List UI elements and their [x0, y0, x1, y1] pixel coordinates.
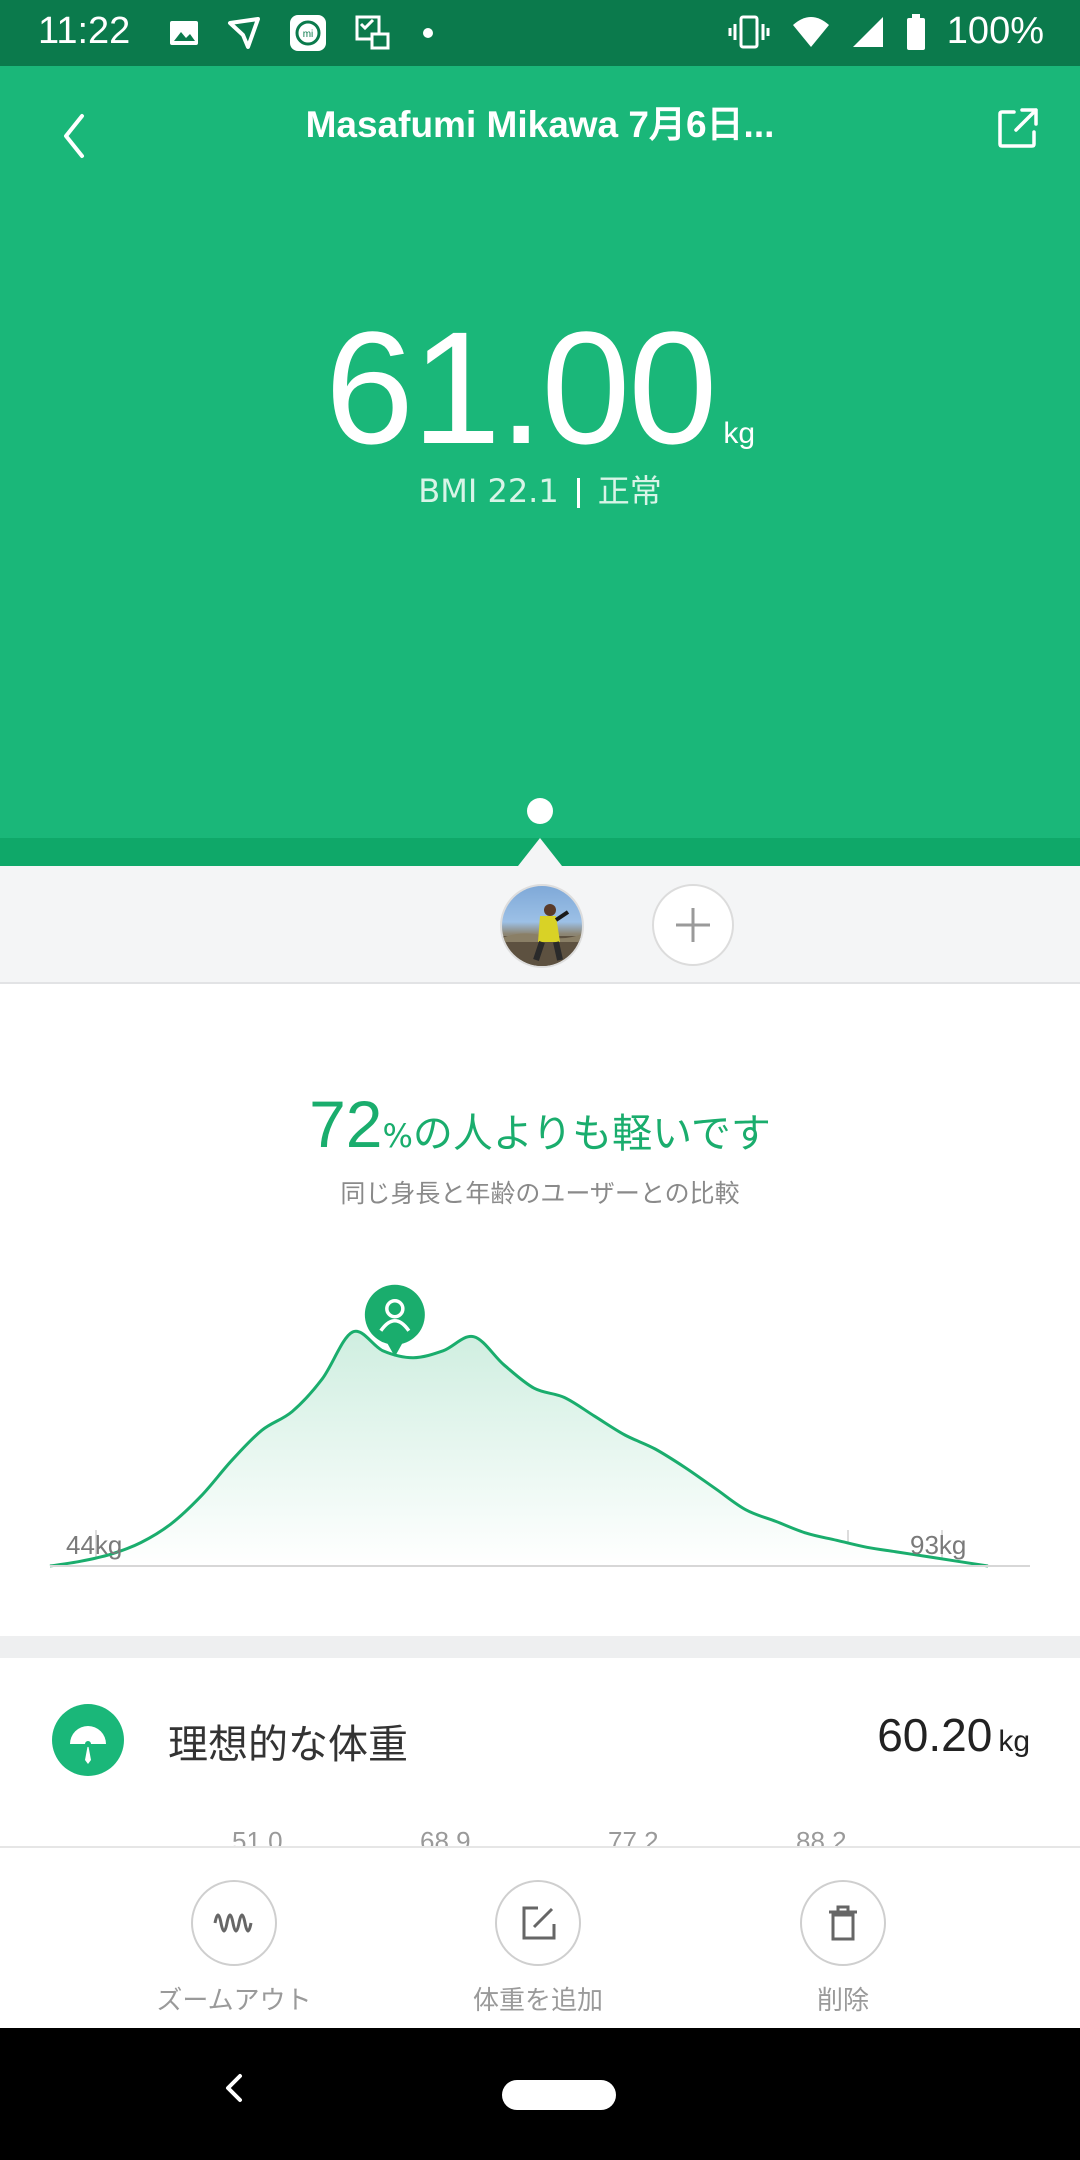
ideal-weight-value: 60.20 — [877, 1709, 993, 1761]
zoom-out-circle — [191, 1880, 277, 1966]
ideal-weight-row[interactable]: 理想的な体重 60.20 kg 51.0 68.9 77.2 88.2 — [0, 1658, 1080, 1848]
marker-circle — [364, 1284, 425, 1345]
scale-tick: 77.2 — [608, 1826, 659, 1848]
add-weight-label: 体重を追加 — [472, 1986, 603, 2016]
zoom-out-button[interactable]: ズームアウト — [124, 1880, 344, 2017]
nav-back-icon[interactable] — [222, 2068, 246, 2108]
waveform-icon — [213, 1913, 253, 1933]
status-bar: 11:22 mi 100% — [0, 0, 1080, 66]
checklist-icon — [355, 15, 390, 50]
weight-unit: kg — [723, 417, 756, 450]
avatar-photo — [502, 904, 582, 966]
page-indicator-dot — [527, 798, 553, 824]
page-title: Masafumi Mikawa 7月6日... — [305, 104, 775, 145]
weight-header: Masafumi Mikawa 7月6日... 61.00 kg BMI 22.1… — [0, 66, 1080, 866]
notification-icons: mi — [168, 13, 438, 53]
comparison-section: 72%の人よりも軽いです 同じ身長と年齢のユーザーとの比較 44kg 93kg — [0, 986, 1080, 1636]
action-bar: ズームアウト 体重を追加 削除 — [0, 1846, 1080, 2028]
edit-icon — [522, 1906, 556, 1940]
svg-text:mi: mi — [303, 29, 314, 40]
battery-icon — [906, 13, 925, 50]
x-max-label: 93kg — [910, 1530, 967, 1560]
delete-label: 削除 — [816, 1986, 869, 2016]
plus-icon — [676, 908, 710, 942]
user-switcher — [0, 866, 1080, 984]
delete-button[interactable]: 削除 — [733, 1880, 953, 2017]
navigation-bar — [0, 2028, 1080, 2160]
ideal-weight-label: 理想的な体重 — [168, 1722, 408, 1768]
bmi-status: 正常 — [597, 472, 662, 510]
ideal-weight-scale: 51.0 68.9 77.2 88.2 — [0, 1826, 1080, 1848]
share-icon[interactable] — [996, 106, 1040, 150]
scale-tick: 51.0 — [232, 1826, 283, 1848]
wifi-icon — [792, 16, 829, 47]
add-user-button[interactable] — [652, 884, 734, 966]
cell-signal-icon — [852, 16, 883, 47]
ideal-weight-value-group: 60.20 kg — [877, 1708, 1030, 1762]
avatar[interactable] — [500, 884, 584, 968]
status-time: 11:22 — [38, 10, 131, 52]
scale-tick: 88.2 — [796, 1826, 847, 1848]
gauge-icon — [52, 1704, 124, 1776]
weight-display: 61.00 kg — [0, 296, 1080, 480]
mi-fit-icon: mi — [290, 15, 326, 51]
zoom-out-label: ズームアウト — [156, 1986, 312, 2016]
selection-notch — [518, 838, 562, 866]
nav-home-pill[interactable] — [502, 2080, 616, 2110]
x-min-label: 44kg — [66, 1530, 123, 1560]
delete-circle — [800, 1880, 886, 1966]
scale-tick: 68.9 — [420, 1826, 471, 1848]
back-arrow-icon[interactable] — [56, 106, 96, 166]
image-icon — [170, 21, 198, 45]
system-icons: 100% — [727, 10, 1044, 53]
bmi-line: BMI 22.1 正常 — [0, 466, 1080, 512]
add-weight-circle — [495, 1880, 581, 1966]
location-arrow-icon — [228, 17, 260, 49]
section-divider — [0, 1636, 1080, 1658]
battery-percent: 100% — [946, 10, 1044, 52]
bmi-value: BMI 22.1 — [418, 472, 559, 510]
vibrate-icon — [728, 15, 770, 48]
add-weight-button[interactable]: 体重を追加 — [428, 1880, 648, 2017]
dot-icon — [423, 28, 433, 38]
trash-icon — [829, 1905, 857, 1941]
weight-value: 61.00 — [324, 298, 717, 477]
bmi-separator — [576, 478, 580, 508]
ideal-weight-unit: kg — [998, 1725, 1030, 1758]
